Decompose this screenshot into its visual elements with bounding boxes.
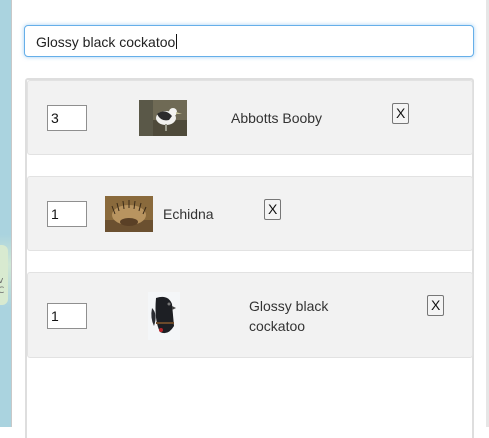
species-thumbnail (105, 196, 153, 232)
species-name: Abbotts Booby (231, 110, 323, 126)
text-caret (176, 34, 178, 49)
quantity-input[interactable]: 1 (47, 201, 87, 227)
search-input-value: Glossy black cockatoo (36, 34, 178, 50)
quantity-input[interactable]: 3 (47, 105, 87, 131)
species-name: Glossy black cockatoo (249, 298, 329, 334)
map-place-label: v C (0, 276, 11, 296)
list-item: 1 Echidna X (27, 176, 473, 251)
remove-button[interactable]: X (392, 103, 410, 124)
remove-button[interactable]: X (427, 295, 445, 316)
list-item: 1 Glossy black cockatoo X (27, 272, 473, 358)
species-thumbnail (148, 292, 180, 340)
map-coastline (0, 245, 8, 305)
species-thumbnail (139, 100, 187, 136)
map-background[interactable]: v C (0, 0, 12, 427)
species-name: Echidna (163, 206, 214, 222)
remove-button[interactable]: X (264, 199, 282, 220)
list-item: 3 Abbotts Booby X (27, 80, 473, 155)
quantity-input[interactable]: 1 (47, 303, 87, 329)
